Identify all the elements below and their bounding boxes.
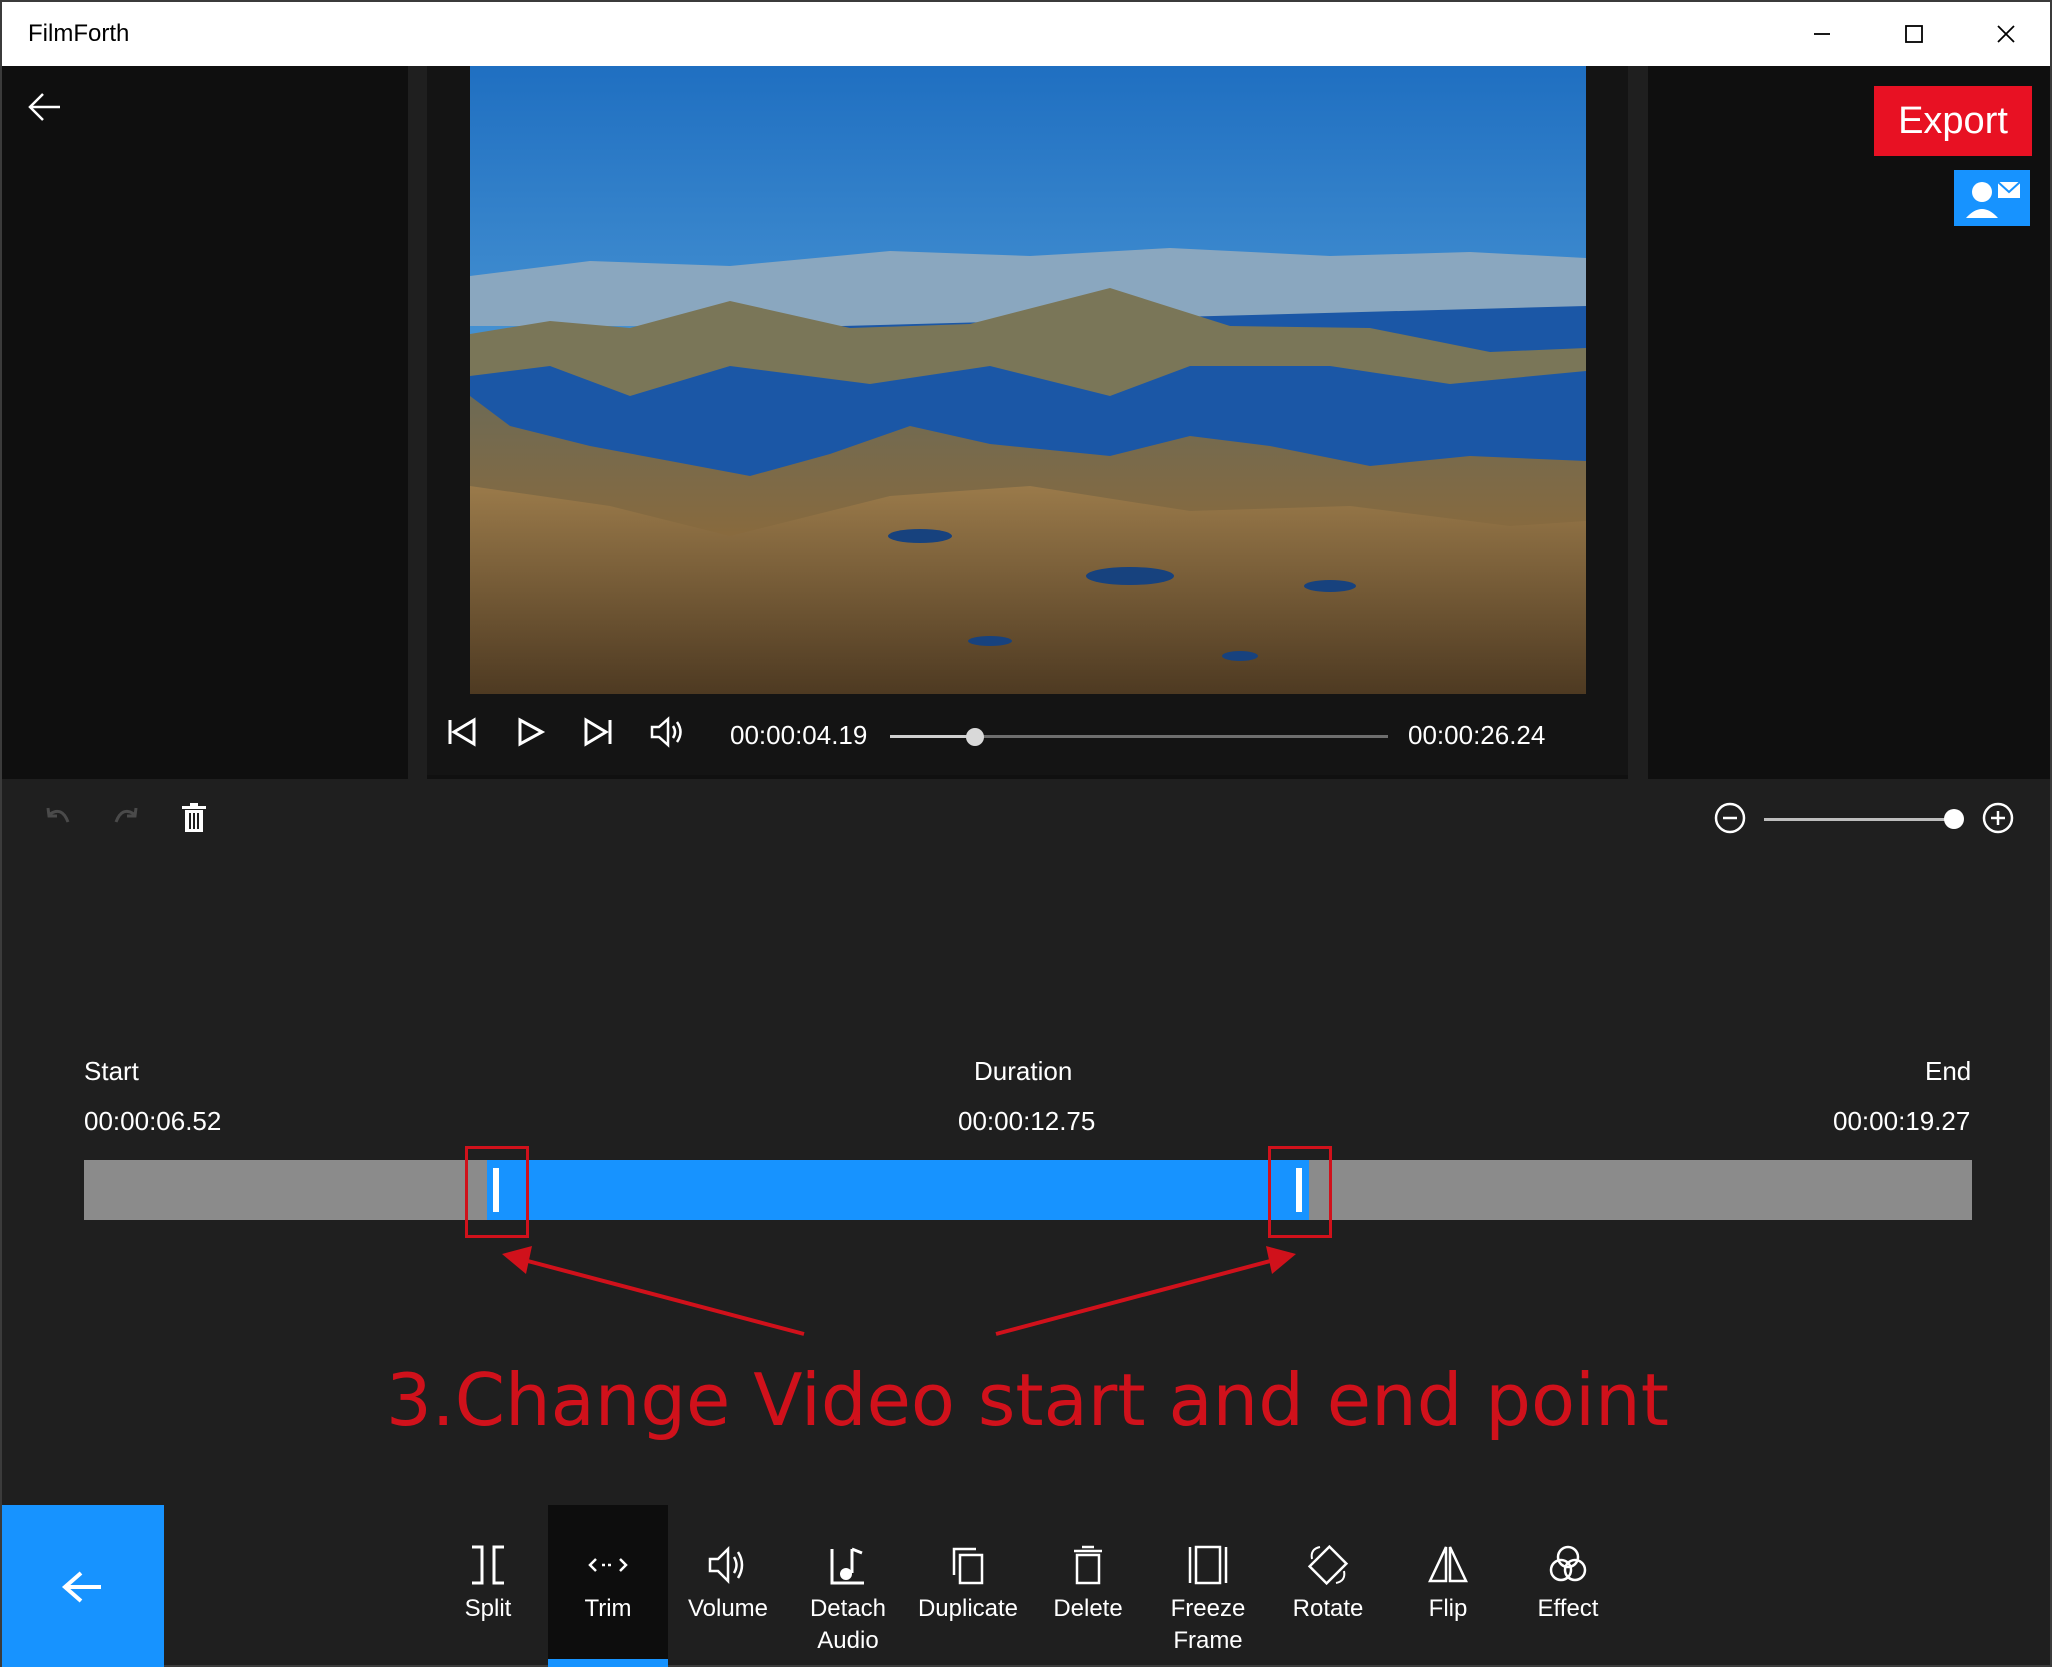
trim-label: Trim [584,1595,632,1622]
detach-audio-label: Detach Audio [809,1595,887,1654]
rotate-icon [1307,1544,1349,1586]
flip-icon [1428,1546,1468,1583]
effect-button[interactable]: Effect [1508,1505,1628,1667]
trim-button[interactable]: Trim [548,1505,668,1667]
duplicate-icon [952,1547,984,1585]
delete-label: Delete [1053,1595,1123,1622]
active-tab-indicator [548,1659,668,1667]
annotation-text: 3.Change Video start and end point [386,1358,1669,1442]
split-icon [472,1545,504,1585]
delete-icon [1074,1545,1102,1585]
detach-audio-button[interactable]: Detach Audio [788,1505,908,1667]
volume-icon [708,1545,744,1585]
freeze-frame-icon [1188,1545,1228,1585]
flip-button[interactable]: Flip [1388,1505,1508,1667]
duplicate-button[interactable]: Duplicate [908,1505,1028,1667]
effect-icon [1549,1545,1587,1582]
volume-button[interactable]: Volume [668,1505,788,1667]
volume-label: Volume [687,1595,769,1622]
split-button[interactable]: Split [428,1505,548,1667]
effect-label: Effect [1537,1595,1599,1622]
back-arrow-icon [61,1571,101,1603]
duplicate-label: Duplicate [917,1595,1019,1622]
freeze-frame-label: Freeze Frame [1170,1595,1246,1654]
rotate-label: Rotate [1292,1595,1364,1622]
freeze-frame-button[interactable]: Freeze Frame [1148,1505,1268,1667]
bottom-back-button[interactable] [2,1505,164,1667]
delete-button[interactable]: Delete [1028,1505,1148,1667]
split-label: Split [464,1595,512,1622]
flip-label: Flip [1428,1595,1468,1622]
trim-icon [588,1558,628,1572]
detach-audio-icon [830,1547,864,1585]
rotate-button[interactable]: Rotate [1268,1505,1388,1667]
